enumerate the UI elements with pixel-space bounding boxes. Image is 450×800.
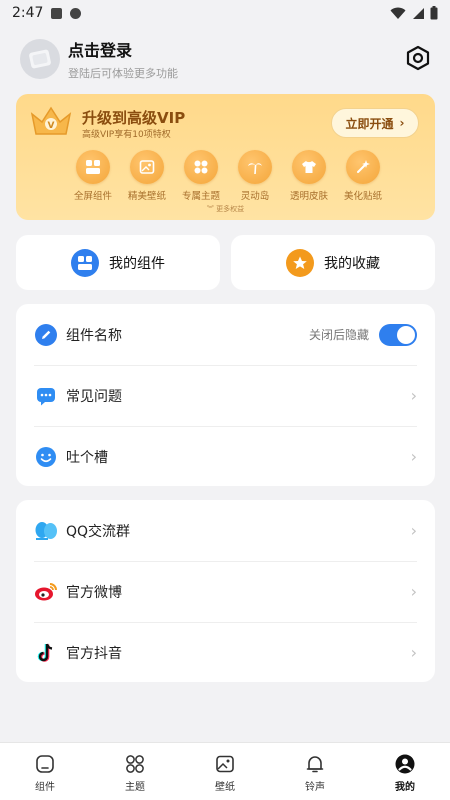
wallpaper-icon	[130, 150, 164, 184]
widget-name-label: 组件名称	[66, 327, 122, 344]
wallpaper-tab-icon	[214, 753, 236, 775]
settings-list: 组件名称 关闭后隐藏 常见问题 › 吐个槽 ›	[16, 304, 435, 486]
douyin-label: 官方抖音	[66, 645, 122, 662]
list-item[interactable]: 官方抖音 ›	[16, 622, 435, 683]
list-item[interactable]: 吐个槽 ›	[16, 426, 435, 487]
more-benefits-label: 更多权益	[216, 205, 245, 213]
perk-item[interactable]: 美化贴纸	[336, 150, 390, 202]
community-list: QQ交流群 › 官方微博 › 官方抖音 ›	[16, 500, 435, 682]
perk-label: 透明皮肤	[289, 191, 328, 202]
bell-icon	[304, 753, 326, 775]
faq-label: 常见问题	[66, 388, 122, 405]
perk-label: 灵动岛	[240, 191, 270, 202]
perk-item[interactable]: 灵动岛	[228, 150, 282, 202]
crown-icon: V	[30, 106, 72, 135]
chevron-down-icon: ︾	[206, 205, 217, 213]
tab-wallpapers[interactable]: 壁纸	[180, 743, 270, 800]
widget-tab-icon	[34, 753, 56, 775]
tab-label: 主题	[125, 782, 145, 793]
profile-icon	[394, 753, 416, 775]
list-item[interactable]: 常见问题 ›	[16, 365, 435, 426]
battery-icon	[430, 6, 438, 20]
perk-item[interactable]: 全屏组件	[66, 150, 120, 202]
my-widgets-label: 我的组件	[109, 255, 165, 272]
qq-icon	[34, 519, 58, 543]
vip-subtitle: 高级VIP享有10项特权	[82, 130, 171, 140]
chevron-right-icon: ›	[410, 521, 417, 540]
theme-tab-icon	[124, 753, 146, 775]
login-prompt[interactable]: 点击登录 登陆后可体验更多功能	[68, 37, 178, 81]
island-icon	[238, 150, 272, 184]
tab-profile[interactable]: 我的	[360, 743, 450, 800]
qq-group-label: QQ交流群	[66, 523, 131, 540]
status-bar: 2:47	[0, 0, 450, 26]
widget-icon	[76, 150, 110, 184]
toggle-knob	[397, 325, 415, 344]
settings-button[interactable]	[404, 44, 432, 72]
smile-icon	[34, 445, 58, 469]
hide-on-close-hint: 关闭后隐藏	[308, 328, 369, 342]
open-vip-button[interactable]: 立即开通 ›	[331, 108, 419, 138]
notification-a-icon	[51, 7, 63, 19]
my-favorites-button[interactable]: 我的收藏	[231, 235, 435, 290]
chevron-right-icon: ›	[410, 582, 417, 601]
tab-ringtones[interactable]: 铃声	[270, 743, 360, 800]
vip-perks: 全屏组件 精美壁纸 专属主题 灵动岛 透明皮肤 美化贴纸	[16, 150, 435, 202]
profile-header: 点击登录 登陆后可体验更多功能	[0, 26, 450, 92]
vip-banner[interactable]: V 升级到高级VIP 高级VIP享有10项特权 立即开通 › 全屏组件 精美壁纸…	[16, 94, 435, 220]
login-subtitle: 登陆后可体验更多功能	[68, 67, 178, 80]
list-item[interactable]: QQ交流群 ›	[16, 500, 435, 561]
weibo-label: 官方微博	[66, 584, 122, 601]
pencil-icon	[34, 323, 58, 347]
status-time: 2:47	[12, 5, 44, 21]
more-benefits[interactable]: ︾ 更多权益	[16, 204, 435, 214]
theme-icon	[184, 150, 218, 184]
login-title[interactable]: 点击登录	[68, 37, 178, 61]
chevron-right-icon: ›	[410, 386, 417, 405]
widget-grid-icon	[71, 248, 99, 277]
my-favorites-label: 我的收藏	[324, 255, 380, 272]
chat-bubble-icon	[34, 384, 58, 408]
douyin-icon	[34, 641, 58, 665]
perk-item[interactable]: 透明皮肤	[282, 150, 336, 202]
bottom-nav: 组件 主题 壁纸 铃声 我的	[0, 742, 450, 800]
perk-item[interactable]: 精美壁纸	[120, 150, 174, 202]
tab-label: 铃声	[305, 782, 325, 793]
wand-icon	[346, 150, 380, 184]
tab-widgets[interactable]: 组件	[0, 743, 90, 800]
open-vip-label: 立即开通	[345, 116, 394, 131]
shirt-icon	[292, 150, 326, 184]
notification-app-icon	[70, 7, 82, 19]
tab-label: 我的	[395, 782, 415, 793]
weibo-icon	[34, 580, 58, 604]
gear-icon	[406, 45, 430, 71]
chevron-right-icon: ›	[399, 116, 405, 130]
avatar-placeholder-icon	[29, 49, 51, 69]
svg-text:V: V	[48, 121, 55, 131]
vip-title: 升级到高级VIP	[82, 109, 186, 127]
avatar[interactable]	[20, 39, 60, 79]
signal-icon	[413, 7, 424, 19]
tab-label: 组件	[35, 782, 55, 793]
feedback-label: 吐个槽	[66, 449, 108, 466]
chevron-right-icon: ›	[410, 447, 417, 466]
perk-label: 精美壁纸	[127, 191, 166, 202]
chevron-right-icon: ›	[410, 643, 417, 662]
star-icon	[286, 248, 314, 277]
perk-label: 全屏组件	[73, 191, 112, 202]
perk-label: 美化贴纸	[343, 191, 382, 202]
widget-name-toggle[interactable]	[379, 323, 417, 346]
list-item[interactable]: 组件名称 关闭后隐藏	[16, 304, 435, 365]
my-widgets-button[interactable]: 我的组件	[16, 235, 220, 290]
perk-item[interactable]: 专属主题	[174, 150, 228, 202]
list-item[interactable]: 官方微博 ›	[16, 561, 435, 622]
wifi-icon	[390, 7, 406, 19]
tab-label: 壁纸	[215, 782, 235, 793]
perk-label: 专属主题	[181, 191, 220, 202]
tab-themes[interactable]: 主题	[90, 743, 180, 800]
